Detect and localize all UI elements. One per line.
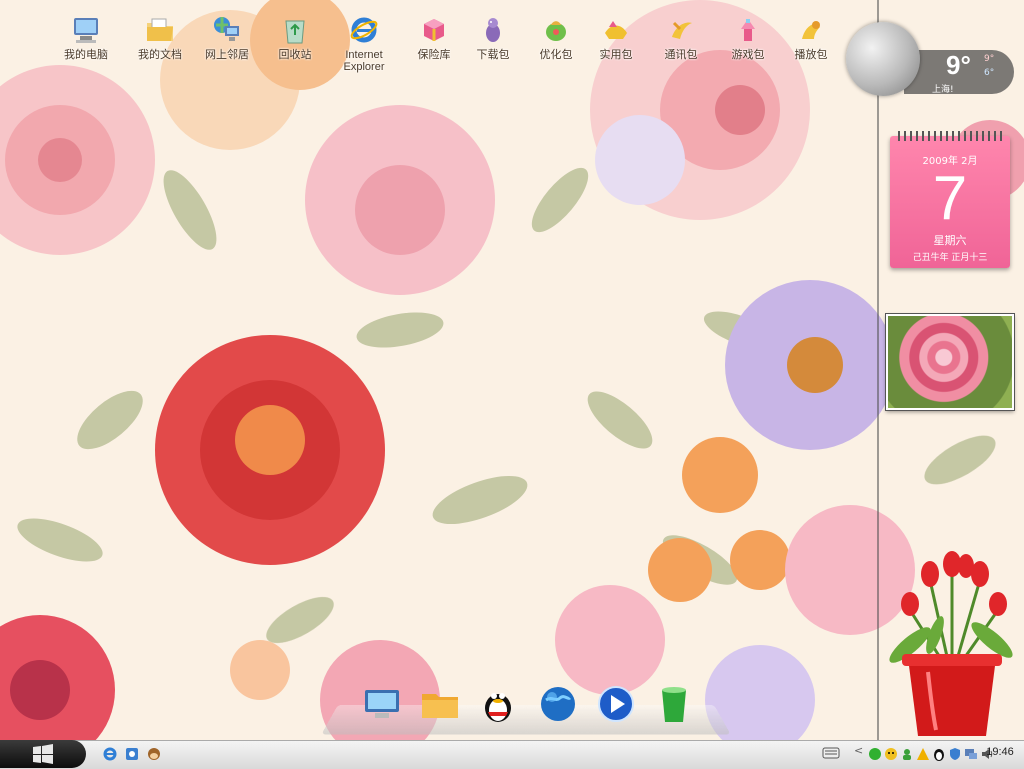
desktop-icon-network-places[interactable]: 网上邻居 [196,14,258,84]
desktop-icon-recycle-bin[interactable]: 回收站 [264,14,326,84]
weather-gadget[interactable]: 9° 9° 6° 上海! [846,22,1016,96]
icon-label: Internet Explorer [343,49,385,73]
optimize-pack-icon [540,14,572,46]
dock-item-recycle-bin[interactable] [652,682,696,726]
desktop-icon-my-documents[interactable]: 我的文档 [129,14,191,84]
icon-label: 网上邻居 [205,49,249,61]
calendar-gadget[interactable]: 2009年 2月 7 星期六 己丑牛年 正月十三 [890,131,1010,268]
desktop-icon-optimize-pack[interactable]: 优化包 [525,14,587,84]
shield-icon[interactable] [948,747,962,761]
icon-label: 播放包 [794,49,828,61]
weather-low: 6° [984,68,995,78]
slideshow-gadget-rose-photo[interactable] [886,314,1014,410]
utility-pack-icon [600,14,632,46]
desktop-icon-communication-pack[interactable]: 通讯包 [650,14,712,84]
icon-label: 我的文档 [138,49,182,61]
dock-item-media-player[interactable] [594,682,638,726]
icon-label: 实用包 [599,49,633,61]
my-computer-icon [70,14,102,46]
green-chat-icon[interactable] [868,747,882,761]
game-pack-icon [732,14,764,46]
calendar-rings [898,131,1002,141]
media-player-icon [598,686,634,722]
browser-icon [126,748,138,760]
dock-item-folder[interactable] [418,682,462,726]
user-icon[interactable] [900,747,914,761]
start-button[interactable] [0,740,86,768]
globe-icon [541,687,575,721]
icon-label: 我的电脑 [64,49,108,61]
desktop-icon-game-pack[interactable]: 游戏包 [717,14,779,84]
tray-expand-icon[interactable]: < [854,744,863,757]
tulip-pot-gadget[interactable] [880,540,1024,740]
folder-icon [422,694,458,718]
media-pack-icon [795,14,827,46]
weather-temperature: 9° [946,50,971,80]
quicklaunch-browser[interactable] [122,744,142,764]
windows-logo-icon [33,744,53,764]
icon-label: 优化包 [539,49,573,61]
keyboard-icon[interactable] [822,745,840,761]
qq-penguin-icon [485,693,511,722]
vault-icon [418,14,450,46]
desktop-icon [365,690,399,718]
dock-item-desktop[interactable] [360,682,404,726]
desktop-icon-my-computer[interactable]: 我的电脑 [55,14,117,84]
ie-icon [103,747,117,761]
monkey-icon [148,748,160,760]
smiley-icon[interactable] [884,747,898,761]
icon-label: 下载包 [476,49,510,61]
alert-icon[interactable] [916,747,930,761]
desktop-icon-utility-pack[interactable]: 实用包 [585,14,647,84]
icon-label: 通讯包 [664,49,698,61]
download-pack-icon [477,14,509,46]
recycle-bin-icon [662,687,686,722]
calendar-weekday: 星期六 [933,234,967,247]
icon-label: 游戏包 [731,49,765,61]
moon-icon [846,22,920,96]
dock-item-qq[interactable] [476,682,520,726]
icon-label: 回收站 [278,49,312,61]
weather-high: 9° [984,54,995,64]
dock-item-globe[interactable] [536,682,580,726]
desktop-icon-download-pack[interactable]: 下载包 [462,14,524,84]
network-icon[interactable] [964,747,978,761]
floral-wallpaper [0,0,1024,768]
desktop-icon-vault[interactable]: 保险库 [403,14,465,84]
ie-icon [348,14,380,46]
recycle-bin-icon [279,14,311,46]
qq-penguin-icon[interactable] [932,747,946,761]
calendar-lunar-date: 己丑牛年 正月十三 [912,253,988,263]
sidebar-divider [877,0,879,740]
calendar-day: 7 [932,164,968,233]
quicklaunch-ie[interactable] [100,744,120,764]
my-documents-icon [144,14,176,46]
desktop-icon-internet-explorer[interactable]: Internet Explorer [333,14,395,84]
quicklaunch-monkey[interactable] [144,744,164,764]
icon-label: 保险库 [417,49,451,61]
desktop-icon-media-pack[interactable]: 播放包 [780,14,842,84]
system-tray [868,743,993,765]
network-places-icon [211,14,243,46]
taskbar-clock[interactable]: 19:46 [980,746,1020,758]
weather-city: 上海! [932,85,954,95]
communication-pack-icon [665,14,697,46]
